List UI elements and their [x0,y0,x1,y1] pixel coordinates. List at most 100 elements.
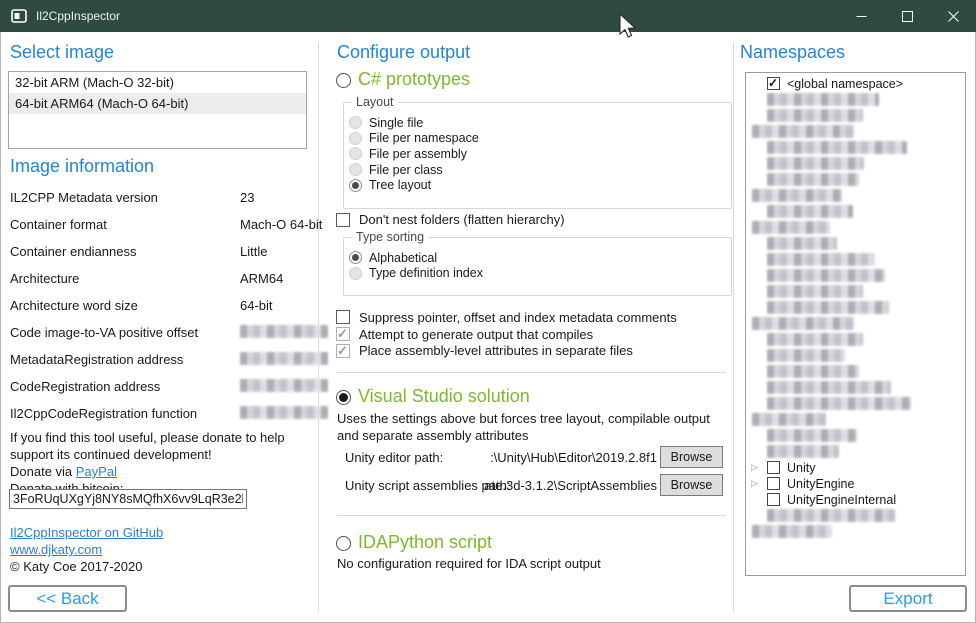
maximize-icon [902,11,913,22]
paypal-link[interactable]: PayPal [76,464,117,479]
flatten-checkbox[interactable] [336,213,350,227]
info-row: Architecture word size64-bit [10,292,310,319]
unity-script-browse-button[interactable]: Browse [660,474,723,496]
redacted-content [752,413,826,426]
checkbox-option[interactable]: Attempt to generate output that compiles [336,326,677,343]
namespace-checkbox[interactable] [767,461,780,474]
radio-option[interactable]: Tree layout [349,177,726,193]
namespace-row[interactable]: ▷ UnityEngine [746,476,965,492]
redacted-content [767,173,859,186]
namespace-row-redacted [746,380,965,396]
radio-selected[interactable] [349,179,362,192]
info-row-value-redacted [240,325,328,338]
redacted-content [767,93,879,106]
donate-text-block: If you find this tool useful, please don… [10,429,314,497]
info-row-value-redacted [240,352,328,365]
namespace-checkbox[interactable] [767,477,780,490]
idapython-radio[interactable] [336,536,351,551]
namespace-row-redacted [746,236,965,252]
radio-unselected[interactable] [349,163,362,176]
checkbox-option[interactable]: Suppress pointer, offset and index metad… [336,309,677,326]
info-row-value-redacted [240,406,328,419]
info-row-label: IL2CPP Metadata version [10,190,158,205]
redacted-content [767,365,859,378]
namespace-label: UnityEngine [787,477,854,491]
radio-selected[interactable] [349,251,362,264]
namespace-row-redacted [746,124,965,140]
redacted-content [767,285,863,298]
image-list[interactable]: 32-bit ARM (Mach-O 32-bit)64-bit ARM64 (… [8,71,307,149]
namespace-row[interactable]: UnityEngineInternal [746,492,965,508]
select-image-heading: Select image [10,41,114,63]
image-list-item[interactable]: 64-bit ARM64 (Mach-O 64-bit) [9,93,306,114]
namespace-row[interactable]: ▷Unity [746,460,965,476]
namespace-row-redacted [746,508,965,524]
radio-unselected[interactable] [349,267,362,280]
visual-studio-radio[interactable] [336,390,351,405]
redacted-content [767,269,885,282]
checkbox[interactable] [336,310,350,324]
info-row: Container endiannessLittle [10,238,310,265]
redacted-content [767,333,863,346]
expander-icon[interactable]: ▷ [751,462,758,473]
donate-via-text: Donate via [10,464,72,479]
namespace-checkbox[interactable] [767,493,780,506]
unity-editor-path-value[interactable]: :\Unity\Hub\Editor\2019.2.8f1 [470,450,657,465]
radio-option[interactable]: File per namespace [349,131,726,147]
flatten-checkbox-label: Don't nest folders (flatten hierarchy) [359,212,565,227]
namespace-checkbox[interactable] [767,77,780,90]
redacted-content [752,525,832,538]
radio-option-label: Tree layout [369,178,431,192]
namespace-row-redacted [746,396,965,412]
github-link[interactable]: Il2CppInspector on GitHub [10,525,163,540]
website-link[interactable]: www.djkaty.com [10,542,102,557]
type-sorting-options: AlphabeticalType definition index [349,250,726,281]
minimize-button[interactable] [838,0,884,32]
window-title: Il2CppInspector [36,9,120,23]
visual-studio-label[interactable]: Visual Studio solution [358,385,530,407]
minimize-icon [856,11,867,22]
csharp-prototypes-radio[interactable] [336,73,351,88]
info-row-label: Architecture word size [10,298,138,313]
checkbox-label: Place assembly-level attributes in separ… [359,343,633,358]
radio-option[interactable]: Single file [349,115,726,131]
info-row: IL2CPP Metadata version23 [10,184,310,211]
radio-option[interactable]: File per assembly [349,146,726,162]
namespace-row-redacted [746,284,965,300]
namespace-row-redacted [746,92,965,108]
namespace-row-redacted [746,444,965,460]
flatten-checkbox-row[interactable]: Don't nest folders (flatten hierarchy) [336,212,565,227]
back-button[interactable]: << Back [8,585,127,612]
radio-unselected[interactable] [349,132,362,145]
expander-icon[interactable]: ▷ [751,478,758,489]
redacted-content [767,381,891,394]
close-icon [948,11,959,22]
info-row: ArchitectureARM64 [10,265,310,292]
copyright-text: © Katy Coe 2017-2020 [10,559,142,574]
maximize-button[interactable] [884,0,930,32]
radio-option[interactable]: Alphabetical [349,250,726,266]
image-info-rows: IL2CPP Metadata version23Container forma… [10,184,310,427]
radio-unselected[interactable] [349,147,362,160]
checkbox[interactable] [336,327,350,341]
layout-group-title: Layout [352,95,398,109]
namespace-label: UnityEngineInternal [787,493,896,507]
close-button[interactable] [930,0,976,32]
checkbox[interactable] [336,344,350,358]
image-list-item[interactable]: 32-bit ARM (Mach-O 32-bit) [9,72,306,93]
csharp-prototypes-label[interactable]: C# prototypes [358,68,470,90]
bitcoin-address-field[interactable] [9,489,247,509]
export-button[interactable]: Export [849,585,967,612]
unity-editor-browse-button[interactable]: Browse [660,446,723,468]
namespace-list[interactable]: <global namespace>▷Unity▷UnityEngineUnit… [745,72,966,576]
namespace-row[interactable]: <global namespace> [746,76,965,92]
unity-script-path-value[interactable]: ate.3d-3.1.2\ScriptAssemblies [470,478,657,493]
idapython-label[interactable]: IDAPython script [358,531,492,553]
option-checkboxes: Suppress pointer, offset and index metad… [336,309,677,359]
redacted-content [767,157,864,170]
checkbox-option[interactable]: Place assembly-level attributes in separ… [336,343,677,360]
radio-unselected[interactable] [349,116,362,129]
radio-option[interactable]: File per class [349,162,726,178]
idapython-description: No configuration required for IDA script… [337,556,735,573]
radio-option[interactable]: Type definition index [349,266,726,282]
